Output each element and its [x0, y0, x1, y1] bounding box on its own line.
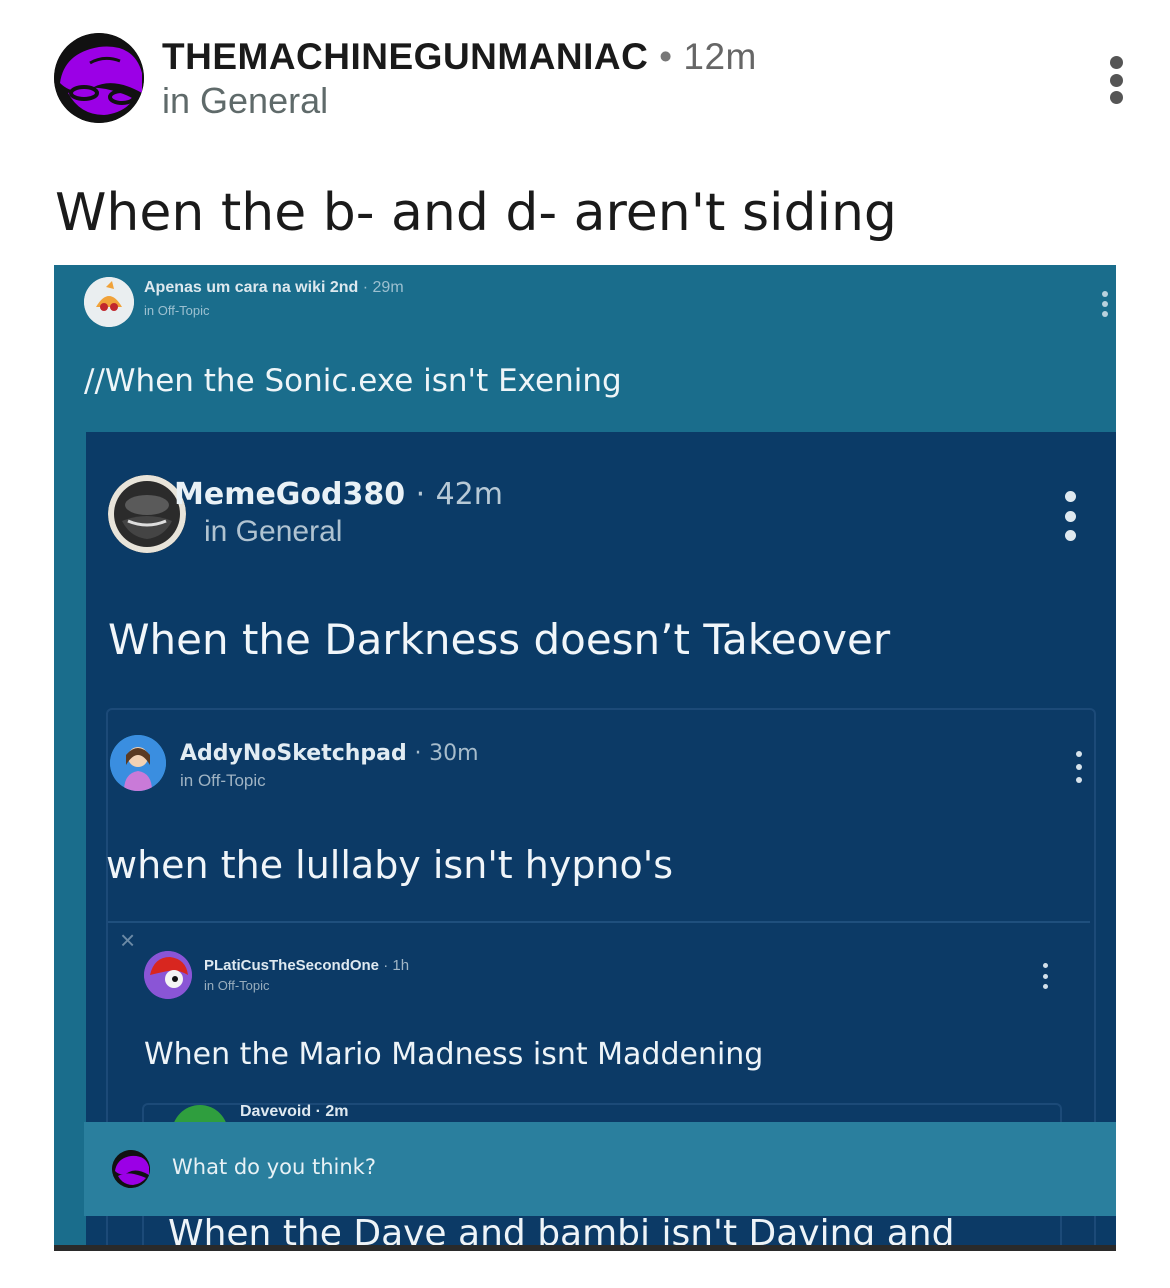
more-options-icon: [1042, 963, 1048, 989]
post-title: When the b- and d- aren't siding: [55, 183, 897, 243]
embedded-channel: in Off-Topic: [180, 771, 266, 790]
embedded-title: //When the Sonic.exe isn't Exening: [84, 363, 622, 399]
embedded-title: When the Darkness doesn’t Takeover: [108, 615, 891, 664]
more-options-icon[interactable]: [1108, 56, 1124, 104]
more-options-icon: [1101, 291, 1109, 317]
embedded-title: When the Dave and bambi isn't Daving and: [168, 1213, 955, 1247]
image-bottom-edge: [54, 1245, 1116, 1251]
avatar: [112, 1150, 150, 1188]
post-author[interactable]: THEMACHINEGUNMANIAC • 12m: [162, 36, 757, 78]
post-image[interactable]: Apenas um cara na wiki 2nd · 29m in Off-…: [54, 265, 1116, 1247]
avatar: [144, 951, 192, 999]
avatar: [84, 277, 134, 327]
more-options-icon: [1075, 751, 1083, 783]
separator-dot: •: [659, 36, 673, 77]
embedded-author: MemeGod380 · 42m: [174, 477, 503, 512]
embedded-author: AddyNoSketchpad · 30m: [180, 741, 479, 766]
post-time: 12m: [683, 36, 757, 77]
embedded-channel: in Off-Topic: [204, 978, 270, 993]
author-avatar[interactable]: [54, 33, 144, 123]
embedded-author: Davevoid · 2m: [240, 1103, 349, 1120]
comment-prompt: What do you think?: [172, 1155, 376, 1179]
avatar: [110, 735, 166, 791]
embedded-author: PLatiCusTheSecondOne · 1h: [204, 957, 410, 974]
author-name[interactable]: THEMACHINEGUNMANIAC: [162, 36, 648, 77]
embedded-author: Apenas um cara na wiki 2nd · 29m: [144, 279, 404, 296]
more-options-icon: [1064, 491, 1076, 541]
embedded-channel: in Off-Topic: [144, 303, 210, 318]
post-channel[interactable]: in General: [162, 80, 328, 122]
embedded-title: when the lullaby isn't hypno's: [106, 843, 674, 887]
divider: [108, 921, 1090, 923]
embedded-title: When the Mario Madness isnt Maddening: [144, 1037, 764, 1072]
embedded-channel: in General: [204, 515, 343, 548]
close-icon: ×: [120, 925, 136, 955]
